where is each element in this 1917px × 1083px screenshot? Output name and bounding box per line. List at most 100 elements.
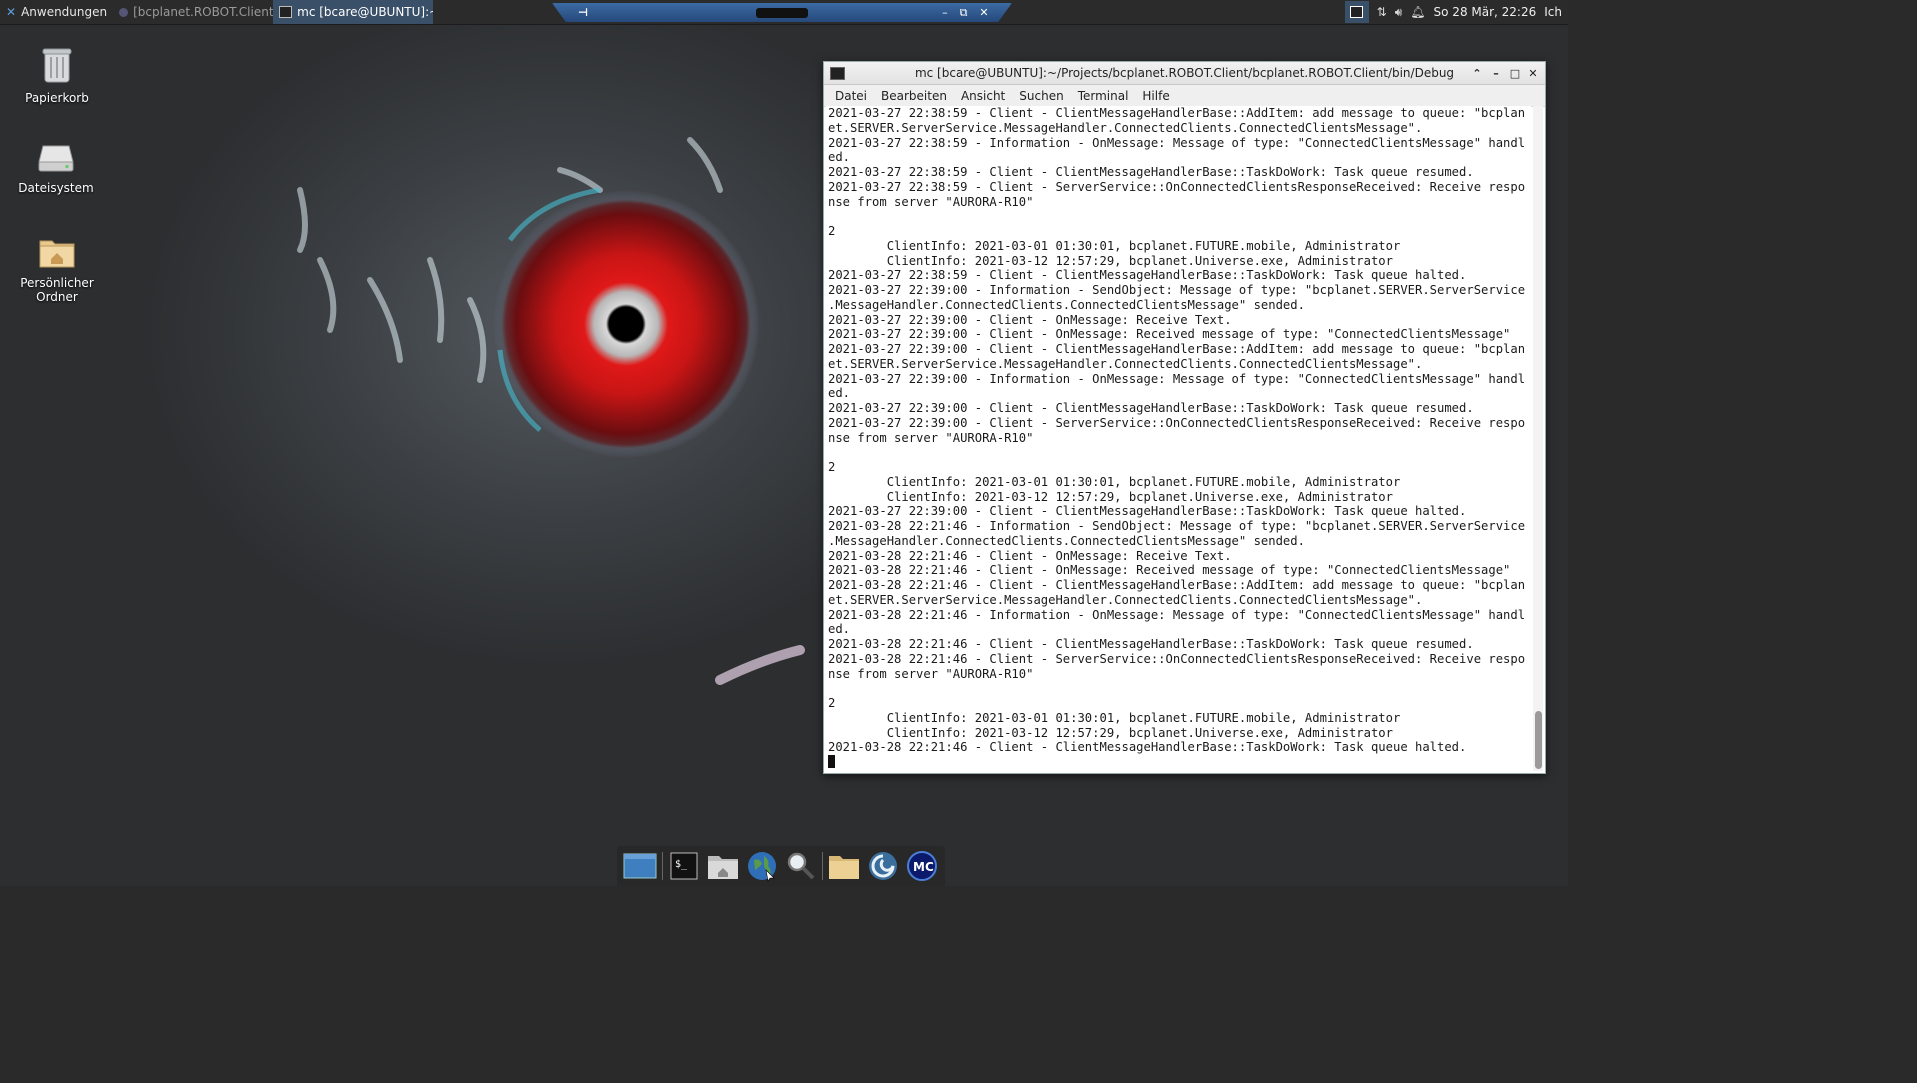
home-folder-icon: [39, 240, 75, 268]
drive-icon: [38, 145, 74, 172]
minimize-button[interactable]: –: [1488, 65, 1504, 81]
terminal-window[interactable]: mc [bcare@UBUNTU]:~/Projects/bcplanet.RO…: [823, 61, 1546, 774]
network-icon[interactable]: ⇅: [1377, 5, 1387, 19]
dock-debian-app[interactable]: [866, 849, 900, 883]
terminal-line: nse from server "AURORA-R10": [828, 194, 1034, 209]
home-folder-icon: [708, 856, 739, 879]
dock-home-folder[interactable]: [706, 849, 740, 883]
desktop-icon-home[interactable]: Persönlicher Ordner: [12, 235, 102, 304]
terminal-line: 2021-03-28 22:21:46 - Client - ClientMes…: [828, 637, 1474, 651]
terminal-line: et.SERVER.ServerService.MessageHandler.C…: [828, 592, 1423, 607]
terminal-line: ClientInfo: 2021-03-12 12:57:29, bcplane…: [828, 725, 1393, 740]
pin-icon[interactable]: ⊣: [578, 6, 588, 19]
terminal-line: .MessageHandler.ConnectedClients.Connect…: [828, 533, 1305, 548]
midnight-commander-icon: MC: [906, 851, 937, 881]
terminal-icon: [279, 6, 293, 18]
volume-icon[interactable]: 🔊︎: [1395, 5, 1403, 20]
redacted-title: [756, 7, 809, 18]
dock-folder[interactable]: [827, 849, 861, 883]
desktop-icon-label: Papierkorb: [25, 91, 89, 105]
terminal-line: 2021-03-27 22:39:00 - Client - ClientMes…: [828, 401, 1474, 415]
notification-bell-icon[interactable]: 🔔︎: [1410, 5, 1425, 19]
menu-terminal[interactable]: Terminal: [1071, 89, 1136, 103]
taskbar-item-label: mc [bcare@UBUNTU]:~...: [297, 5, 433, 19]
terminal-line: 2021-03-28 22:21:46 - Client - ClientMes…: [828, 740, 1467, 755]
dock: $_ MC: [617, 846, 945, 886]
menu-suchen[interactable]: Suchen: [1012, 89, 1070, 103]
terminal-line: 2021-03-27 22:39:00 - Information - OnMe…: [828, 371, 1526, 386]
terminal-line: ClientInfo: 2021-03-01 01:30:01, bcplane…: [828, 474, 1401, 489]
system-tray: ⇅ 🔊︎ 🔔︎ So 28 Mär, 22:26 Ich: [1344, 0, 1568, 24]
terminal-line: 2021-03-27 22:38:59 - Information - OnMe…: [828, 135, 1526, 150]
window-titlebar[interactable]: mc [bcare@UBUNTU]:~/Projects/bcplanet.RO…: [824, 62, 1545, 85]
menu-bearbeiten[interactable]: Bearbeiten: [874, 89, 954, 103]
terminal-tray-icon[interactable]: [1344, 1, 1369, 23]
terminal-line: 2021-03-27 22:38:59 - Client - ClientMes…: [828, 106, 1526, 120]
terminal-line: 2021-03-27 22:39:00 - Client - ClientMes…: [828, 504, 1467, 519]
clock[interactable]: So 28 Mär, 22:26: [1434, 5, 1537, 19]
terminal-line: ClientInfo: 2021-03-01 01:30:01, bcplane…: [828, 710, 1401, 725]
svg-text:MC: MC: [913, 860, 934, 874]
app-icon: [119, 7, 129, 17]
terminal-line: ClientInfo: 2021-03-12 12:57:29, bcplane…: [828, 489, 1393, 504]
terminal-line: 2021-03-28 22:21:46 - Information - OnMe…: [828, 607, 1526, 622]
applications-menu-label: Anwendungen: [21, 5, 108, 19]
dock-search[interactable]: [783, 849, 817, 883]
terminal-line: 2021-03-27 22:39:00 - Client - ClientMes…: [828, 342, 1526, 356]
debian-swirl-icon: [869, 852, 898, 880]
terminal-icon: [1350, 6, 1364, 18]
text-cursor: [828, 755, 835, 768]
terminal-line: 2021-03-28 22:21:46 - Client - ServerSer…: [828, 651, 1526, 666]
shade-icon[interactable]: ⌃: [1469, 65, 1485, 81]
terminal-line: nse from server "AURORA-R10": [828, 666, 1034, 681]
close-icon[interactable]: ✕: [979, 6, 988, 19]
folder-icon: [829, 856, 860, 879]
window-title: mc [bcare@UBUNTU]:~/Projects/bcplanet.RO…: [914, 66, 1455, 80]
menu-ansicht[interactable]: Ansicht: [954, 89, 1012, 103]
terminal-line: 2021-03-27 22:39:00 - Client - OnMessage…: [828, 312, 1232, 327]
menu-hilfe[interactable]: Hilfe: [1135, 89, 1176, 103]
taskbar-item-robot-client[interactable]: [bcplanet.ROBOT.Client ...: [113, 0, 273, 24]
close-button[interactable]: ✕: [1525, 65, 1541, 81]
terminal-line: 2021-03-27 22:39:00 - Client - OnMessage…: [828, 327, 1511, 342]
dock-show-desktop[interactable]: [623, 849, 657, 883]
xfce-logo-icon: ✕: [6, 5, 17, 19]
terminal-line: 2: [828, 460, 836, 474]
menubar: Datei Bearbeiten Ansicht Suchen Terminal…: [824, 85, 1545, 107]
desktop-icon-label: Dateisystem: [18, 181, 94, 195]
maximize-icon[interactable]: ⧉: [960, 6, 968, 20]
minimize-icon[interactable]: –: [942, 6, 948, 19]
user-menu[interactable]: Ich: [1544, 5, 1562, 19]
desktop-icon-trash[interactable]: Papierkorb: [12, 44, 102, 105]
web-browser-icon: [747, 852, 776, 882]
terminal-line: nse from server "AURORA-R10": [828, 430, 1034, 445]
terminal-line: 2021-03-27 22:38:59 - Client - ClientMes…: [828, 165, 1474, 179]
scrollbar-thumb[interactable]: [1535, 711, 1542, 769]
dock-web-browser[interactable]: [745, 849, 779, 883]
scrollbar[interactable]: [1533, 106, 1543, 771]
show-desktop-icon: [623, 853, 657, 879]
terminal-line: et.SERVER.ServerService.MessageHandler.C…: [828, 120, 1423, 135]
applications-menu[interactable]: ✕ Anwendungen: [0, 0, 113, 24]
maximize-button[interactable]: □: [1507, 65, 1523, 81]
terminal-line: ClientInfo: 2021-03-12 12:57:29, bcplane…: [828, 253, 1393, 268]
terminal-line: 2021-03-27 22:39:00 - Information - Send…: [828, 283, 1526, 297]
menu-datei[interactable]: Datei: [824, 89, 874, 103]
taskbar-item-mc-terminal[interactable]: mc [bcare@UBUNTU]:~...: [273, 0, 434, 24]
dock-terminal[interactable]: $_: [667, 849, 701, 883]
terminal-line: 2021-03-28 22:21:46 - Client - OnMessage…: [828, 548, 1232, 563]
dock-separator: [821, 852, 823, 880]
terminal-line: 2021-03-27 22:39:00 - Client - ServerSer…: [828, 415, 1526, 430]
terminal-line: ed.: [828, 622, 851, 637]
terminal-line: 2021-03-28 22:21:46 - Information - Send…: [828, 519, 1526, 533]
terminal-output[interactable]: 2021-03-27 22:38:59 - Client - ClientMes…: [826, 106, 1531, 771]
dock-midnight-commander[interactable]: MC: [905, 849, 939, 883]
panel-window-controls: ⊣ – ⧉ ✕: [552, 3, 1012, 22]
desktop-icon-filesystem[interactable]: Dateisystem: [11, 142, 101, 195]
terminal-line: 2021-03-27 22:38:59 - Client - ServerSer…: [828, 179, 1526, 194]
svg-text:$_: $_: [675, 859, 688, 870]
terminal-prompt-line: [828, 755, 1531, 770]
